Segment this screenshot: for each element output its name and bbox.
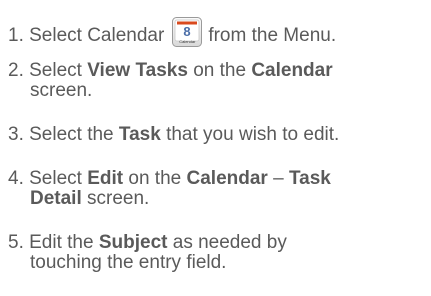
step-2-line-1: 2. Select View Tasks on the Calendar — [8, 60, 333, 82]
step-3-text: 3. Select the — [8, 124, 119, 145]
step-4-calendar: Calendar — [186, 168, 268, 189]
step-4-edit: Edit — [87, 168, 124, 189]
step-4-text-end: screen. — [81, 188, 150, 209]
step-5-subject: Subject — [98, 232, 168, 253]
step-2-line-2: screen. — [30, 80, 92, 102]
step-2-calendar: Calendar — [251, 60, 333, 81]
step-4-text: 4. Select — [8, 168, 88, 189]
step-2-text-mid: on the — [187, 60, 252, 81]
step-4-text-mid: on the — [123, 168, 187, 189]
step-4-line-1: 4. Select Edit on the Calendar – Task — [8, 168, 331, 190]
step-5-text-mid: as needed by — [167, 232, 287, 253]
step-4-dash: – — [267, 168, 289, 189]
step-3-task: Task — [118, 124, 161, 145]
step-1-suffix: from the Menu. — [208, 25, 337, 46]
step-5-line-2: touching the entry field. — [30, 252, 226, 274]
step-2-text: 2. Select — [8, 60, 88, 81]
calendar-icon: 8 Calendar — [172, 17, 203, 47]
step-4-line-2: Detail screen. — [30, 188, 149, 210]
step-1-prefix: 1. Select Calendar — [8, 25, 165, 46]
step-4-detail: Detail — [30, 188, 82, 209]
step-1: 1. Select Calendar 8 Calendar from the M… — [8, 17, 336, 47]
step-5-line-1: 5. Edit the Subject as needed by — [8, 232, 287, 254]
step-4-task: Task — [288, 168, 331, 189]
step-3: 3. Select the Task that you wish to edit… — [8, 124, 339, 146]
step-5-text-end: touching the entry field. — [30, 252, 227, 273]
step-3-text-end: that you wish to edit. — [160, 124, 340, 145]
step-5-text: 5. Edit the — [8, 232, 99, 253]
step-2-view-tasks: View Tasks — [87, 60, 188, 81]
calendar-icon-number: 8 — [184, 24, 191, 39]
calendar-icon-label: Calendar — [179, 39, 196, 44]
step-2-text-end: screen. — [30, 80, 93, 101]
